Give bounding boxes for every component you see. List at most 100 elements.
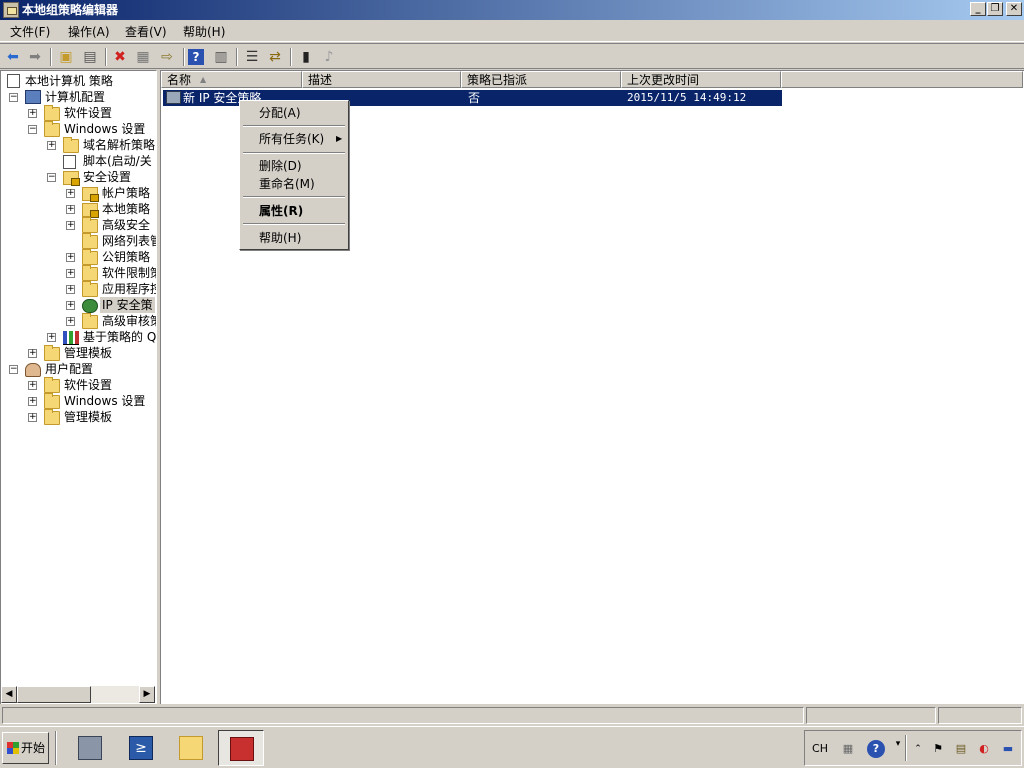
tree-root[interactable]: 本地计算机 策略 xyxy=(25,73,113,89)
column-header-description[interactable]: 描述 xyxy=(302,71,461,88)
collapse-icon[interactable]: − xyxy=(28,125,37,134)
account-policies-icon xyxy=(82,187,99,202)
collapse-icon[interactable]: − xyxy=(47,173,56,182)
tree-item-network-list-manager[interactable]: 网络列表管 xyxy=(102,233,156,249)
tree-item-name-resolution-policy[interactable]: 域名解析策略 xyxy=(83,137,155,153)
expand-icon[interactable]: + xyxy=(66,301,75,310)
assign-icon[interactable]: ⇄ xyxy=(265,47,285,67)
taskbar-server-manager[interactable] xyxy=(67,730,113,766)
tree-item-account-policies[interactable]: 帐户策略 xyxy=(102,185,150,201)
folder-icon xyxy=(44,345,60,361)
column-header-last-modified[interactable]: 上次更改时间 xyxy=(621,71,781,88)
tree-item-software-restriction[interactable]: 软件限制策 xyxy=(102,265,156,281)
context-menu: 分配(A) 所有任务(K) ▶ 删除(D) 重命名(M) 属性(R) 帮助(H) xyxy=(239,100,349,250)
menu-item-help[interactable]: 帮助(H) xyxy=(259,230,301,246)
action-center-flag-icon[interactable]: ⚑ xyxy=(929,740,947,758)
group-policy-app-icon xyxy=(3,2,19,18)
collapse-icon[interactable]: − xyxy=(9,365,18,374)
folder-icon xyxy=(82,217,98,233)
tree-item-advanced-security[interactable]: 高级安全 xyxy=(102,217,150,233)
tree-item-admin-templates[interactable]: 管理模板 xyxy=(64,345,112,361)
tree-item-software-settings[interactable]: 软件设置 xyxy=(64,105,112,121)
tree-item-user-config[interactable]: 用户配置 xyxy=(45,361,93,377)
folder-icon xyxy=(44,377,60,393)
delete-icon[interactable]: ✖ xyxy=(110,47,130,67)
tree-item-policy-based-qos[interactable]: 基于策略的 Q xyxy=(83,329,156,345)
menu-item-assign[interactable]: 分配(A) xyxy=(259,105,301,121)
tree-item-local-policies[interactable]: 本地策略 xyxy=(102,201,150,217)
expand-icon[interactable]: + xyxy=(66,317,75,326)
menu-help[interactable]: 帮助(H) xyxy=(179,23,229,41)
taskbar-group-policy-editor[interactable] xyxy=(218,730,264,766)
forward-icon[interactable]: ➡ xyxy=(25,47,45,67)
taskbar-powershell[interactable]: ≥ xyxy=(118,730,164,766)
expand-icon[interactable]: + xyxy=(66,253,75,262)
tree-item-user-admin-templates[interactable]: 管理模板 xyxy=(64,409,112,425)
tree-item-ip-security-policies[interactable]: IP 安全策 xyxy=(100,297,155,313)
expand-icon[interactable]: + xyxy=(28,381,37,390)
menu-view[interactable]: 查看(V) xyxy=(121,23,171,41)
tree-item-scripts[interactable]: 脚本(启动/关 xyxy=(83,153,152,169)
show-hidden-icons-icon[interactable]: ⌃ xyxy=(909,740,927,758)
tree-item-application-control[interactable]: 应用程序控 xyxy=(102,281,156,297)
tree-item-user-windows-settings[interactable]: Windows 设置 xyxy=(64,393,145,409)
help-tray-icon[interactable]: ? xyxy=(867,740,885,758)
up-folder-icon[interactable]: ▣ xyxy=(56,47,76,67)
volume-muted-icon[interactable]: ◐ xyxy=(975,740,993,758)
tree-item-advanced-audit[interactable]: 高级审核策 xyxy=(102,313,156,329)
tree-item-windows-settings[interactable]: Windows 设置 xyxy=(64,121,145,137)
title-bar[interactable]: 本地组策略编辑器 _ ❐ ✕ xyxy=(0,0,1024,20)
scroll-thumb[interactable] xyxy=(17,686,91,703)
policy-document-icon xyxy=(7,74,20,88)
back-icon[interactable]: ⬅ xyxy=(3,47,23,67)
minimize-button[interactable]: _ xyxy=(970,2,986,16)
expand-icon[interactable]: + xyxy=(66,269,75,278)
menu-item-all-tasks[interactable]: 所有任务(K) xyxy=(259,131,324,147)
menu-item-rename[interactable]: 重命名(M) xyxy=(259,176,315,192)
export-list-icon[interactable]: ⇨ xyxy=(157,47,177,67)
folder-icon xyxy=(82,281,98,297)
language-indicator[interactable]: CH xyxy=(811,740,829,758)
properties-icon[interactable]: ▦ xyxy=(133,47,153,67)
explorer-folder-icon xyxy=(179,736,203,760)
menu-action[interactable]: 操作(A) xyxy=(64,23,114,41)
menu-item-delete[interactable]: 删除(D) xyxy=(259,158,302,174)
tree-horizontal-scrollbar[interactable]: ◀ ▶ xyxy=(1,686,155,703)
network-icon[interactable]: ▤ xyxy=(952,740,970,758)
tree-item-computer-config[interactable]: 计算机配置 xyxy=(45,89,105,105)
expand-icon[interactable]: + xyxy=(28,109,37,118)
unassign-icon[interactable]: ▮ xyxy=(296,47,316,67)
manage-filter-icon[interactable]: ☰ xyxy=(242,47,262,67)
scroll-left-icon[interactable]: ◀ xyxy=(1,686,17,703)
scroll-right-icon[interactable]: ▶ xyxy=(139,686,155,703)
column-header-name[interactable]: 名称 ▲ xyxy=(161,71,302,88)
collapse-icon[interactable]: − xyxy=(9,93,18,102)
show-hide-action-pane-icon[interactable]: ▥ xyxy=(211,47,231,67)
tree-item-public-key-policies[interactable]: 公钥策略 xyxy=(102,249,150,265)
expand-icon[interactable]: + xyxy=(47,333,56,342)
console-tree[interactable]: 本地计算机 策略 − 计算机配置 + 软件设置 − Windows 设置 + 域… xyxy=(0,70,157,704)
tree-item-user-software-settings[interactable]: 软件设置 xyxy=(64,377,112,393)
column-header-assigned[interactable]: 策略已指派 xyxy=(461,71,621,88)
close-button[interactable]: ✕ xyxy=(1006,2,1022,16)
expand-icon[interactable]: + xyxy=(28,349,37,358)
tree-item-security-settings[interactable]: 安全设置 xyxy=(83,169,131,185)
start-button[interactable]: 开始 xyxy=(2,732,49,764)
show-desktop-icon[interactable]: ▬ xyxy=(999,740,1017,758)
show-hide-tree-icon[interactable]: ▤ xyxy=(80,47,100,67)
menu-item-properties[interactable]: 属性(R) xyxy=(259,203,303,219)
keyboard-icon[interactable]: ▦ xyxy=(839,740,857,758)
help-icon[interactable]: ? xyxy=(188,49,204,65)
expand-icon[interactable]: + xyxy=(47,141,56,150)
expand-icon[interactable]: + xyxy=(66,221,75,230)
toolbar-separator xyxy=(236,48,238,66)
expand-icon[interactable]: + xyxy=(66,205,75,214)
expand-icon[interactable]: + xyxy=(66,189,75,198)
expand-icon[interactable]: + xyxy=(28,397,37,406)
restore-button[interactable]: ❐ xyxy=(987,2,1003,16)
not-assign-icon[interactable]: ♪ xyxy=(319,47,339,67)
taskbar-explorer[interactable] xyxy=(168,730,214,766)
menu-file[interactable]: 文件(F) xyxy=(6,23,54,41)
expand-icon[interactable]: + xyxy=(66,285,75,294)
expand-icon[interactable]: + xyxy=(28,413,37,422)
